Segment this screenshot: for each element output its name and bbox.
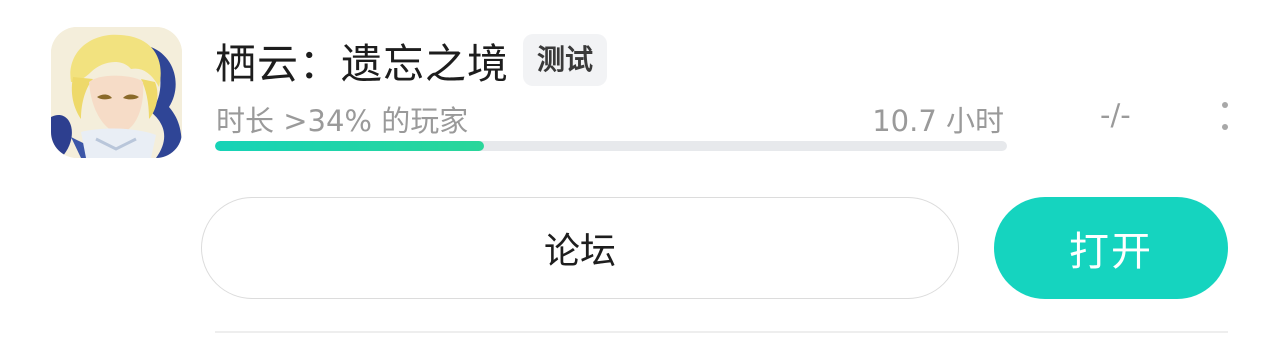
- score-text: -/-: [1100, 98, 1131, 132]
- playtime-hours-text: 10.7 小时: [872, 104, 1004, 138]
- game-cover-icon[interactable]: [51, 27, 182, 158]
- divider: [215, 331, 1228, 333]
- open-button[interactable]: 打开: [994, 197, 1228, 299]
- forum-button[interactable]: 论坛: [201, 197, 959, 299]
- game-title[interactable]: 栖云：遗忘之境: [215, 30, 509, 90]
- game-card: 栖云：遗忘之境 测试 时长 >34% 的玩家 10.7 小时 -/- 论坛 打开: [0, 0, 1280, 347]
- test-tag-badge: 测试: [523, 34, 608, 86]
- playtime-percentile-text: 时长 >34% 的玩家: [216, 104, 469, 138]
- title-row: 栖云：遗忘之境 测试: [215, 30, 608, 90]
- playtime-progress-fill: [215, 141, 485, 151]
- playtime-progress-bar: [215, 141, 1007, 151]
- more-vertical-icon[interactable]: [1212, 100, 1238, 134]
